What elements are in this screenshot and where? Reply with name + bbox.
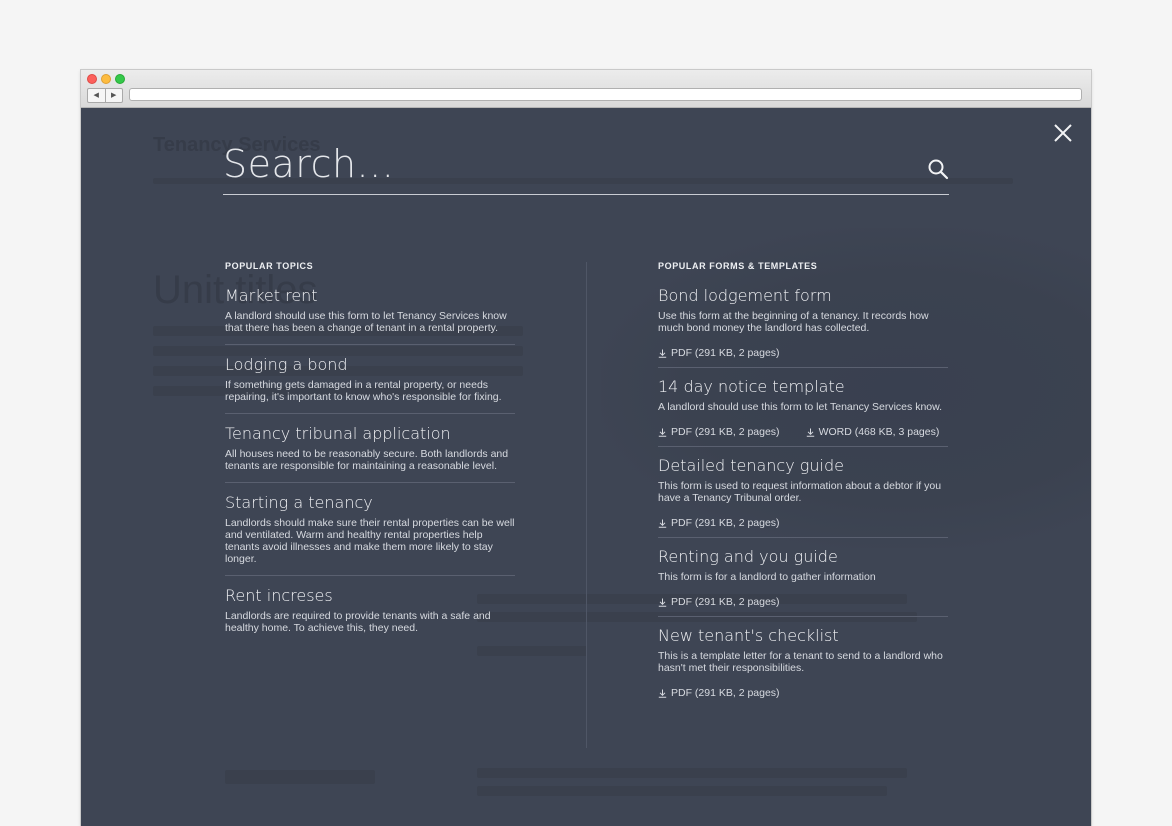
form-item: Detailed tenancy guide This form is used … [658,456,948,538]
topic-item: Rent increses Landlords are required to p… [225,586,515,644]
download-link[interactable]: PDF (291 KB, 2 pages) [658,517,780,529]
download-link[interactable]: WORD (468 KB, 3 pages) [806,426,940,438]
close-icon [1054,124,1072,142]
topic-item: Lodging a bond If something gets damaged … [225,355,515,414]
column-divider [586,262,587,748]
search-input[interactable] [223,140,903,188]
topic-description: Landlords are required to provide tenant… [225,610,491,634]
forms-list: Bond lodgement form Use this form at the … [658,286,948,707]
download-icon [658,349,667,358]
search-icon [928,159,949,180]
download-icon [658,598,667,607]
form-item: New tenant's checklist This is a template… [658,626,948,707]
download-label: PDF (291 KB, 2 pages) [671,347,780,359]
download-label: WORD (468 KB, 3 pages) [818,426,940,438]
form-link[interactable]: Renting and you guide [658,547,948,567]
page-content: Tenancy Services Unit titles Search... P… [81,108,1091,826]
form-link[interactable]: 14 day notice template [658,377,948,397]
download-icon [658,428,667,437]
search-bar [223,140,949,195]
download-row: PDF (291 KB, 2 pages) [658,517,948,529]
topics-list: Market rent A landlord should use this fo… [225,286,515,644]
close-window-button[interactable] [87,74,97,84]
background-text-line [477,768,907,778]
download-icon [658,689,667,698]
download-link[interactable]: PDF (291 KB, 2 pages) [658,347,780,359]
form-link[interactable]: New tenant's checklist [658,626,948,646]
download-row: PDF (291 KB, 2 pages) [658,596,948,608]
topic-link[interactable]: Starting a tenancy [225,493,515,513]
form-description: This is a template letter for a tenant t… [658,650,943,674]
topic-item: Starting a tenancy Landlords should make … [225,493,515,576]
form-description: This form is used to request information… [658,480,942,504]
topic-description: If something gets damaged in a rental pr… [225,379,502,403]
close-search-button[interactable] [1053,123,1073,143]
form-description: This form is for a landlord to gather in… [658,571,876,583]
topic-item: Tenancy tribunal application All houses n… [225,424,515,483]
download-label: PDF (291 KB, 2 pages) [671,687,780,699]
download-link[interactable]: PDF (291 KB, 2 pages) [658,426,780,438]
popular-forms-heading: POPULAR FORMS & TEMPLATES [658,261,818,271]
search-button[interactable] [927,158,949,180]
nav-buttons: ◀ ▶ [87,88,123,103]
browser-window: ◀ ▶ Tenancy Services Unit titles Search.… [81,70,1091,826]
download-label: PDF (291 KB, 2 pages) [671,426,780,438]
topic-description: All houses need to be reasonably secure.… [225,448,509,472]
popular-topics: POPULAR TOPICS Market rent A landlord sho… [225,261,515,654]
form-link[interactable]: Detailed tenancy guide [658,456,948,476]
download-row: PDF (291 KB, 2 pages) [658,687,948,699]
browser-chrome: ◀ ▶ [81,70,1091,108]
download-row: PDF (291 KB, 2 pages) [658,347,948,359]
form-description: Use this form at the beginning of a tena… [658,310,929,334]
download-link[interactable]: PDF (291 KB, 2 pages) [658,596,780,608]
background-text-line [477,786,887,796]
maximize-window-button[interactable] [115,74,125,84]
download-icon [658,519,667,528]
download-link[interactable]: PDF (291 KB, 2 pages) [658,687,780,699]
topic-link[interactable]: Rent increses [225,586,515,606]
form-item: 14 day notice template A landlord should … [658,377,948,447]
download-icon [806,428,814,437]
topic-link[interactable]: Tenancy tribunal application [225,424,515,444]
form-item: Renting and you guide This form is for a … [658,547,948,617]
form-link[interactable]: Bond lodgement form [658,286,948,306]
topic-description: A landlord should use this form to let T… [225,310,507,334]
topic-link[interactable]: Market rent [225,286,515,306]
popular-forms: POPULAR FORMS & TEMPLATES Bond lodgement… [658,261,948,716]
back-button[interactable]: ◀ [88,89,105,102]
background-text-line [225,770,375,784]
topic-description: Landlords should make sure their rental … [225,517,515,565]
download-row: PDF (291 KB, 2 pages) WORD (468 KB, 3 pag… [658,426,948,438]
form-description: A landlord should use this form to let T… [658,401,943,413]
address-bar[interactable] [129,88,1082,101]
forward-button[interactable]: ▶ [104,89,123,102]
popular-topics-heading: POPULAR TOPICS [225,261,314,271]
topic-item: Market rent A landlord should use this fo… [225,286,515,345]
minimize-window-button[interactable] [101,74,111,84]
download-label: PDF (291 KB, 2 pages) [671,596,780,608]
form-item: Bond lodgement form Use this form at the … [658,286,948,368]
download-label: PDF (291 KB, 2 pages) [671,517,780,529]
topic-link[interactable]: Lodging a bond [225,355,515,375]
